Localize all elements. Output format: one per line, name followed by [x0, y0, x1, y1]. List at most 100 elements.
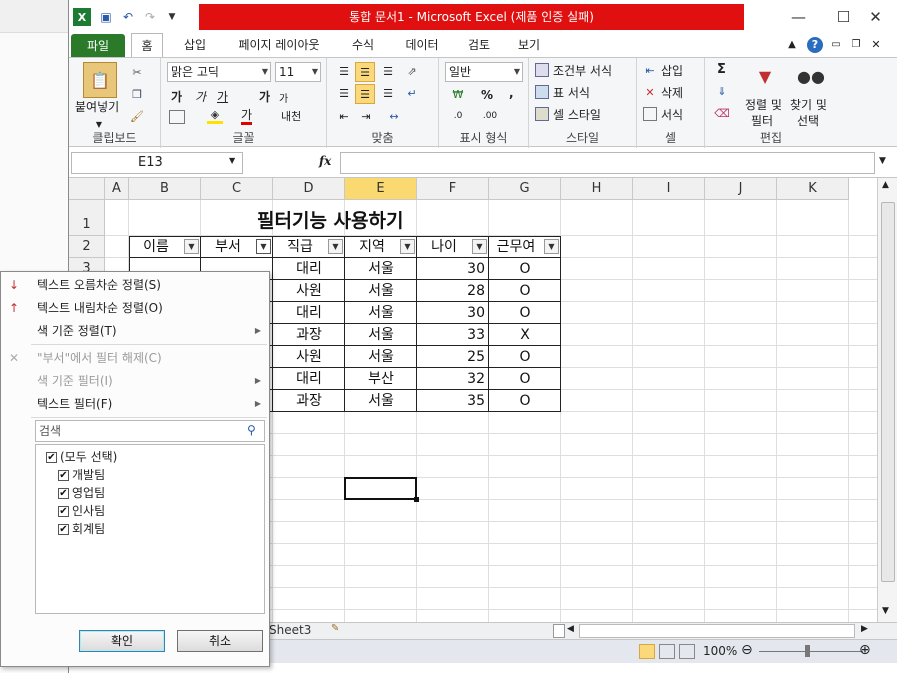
format-button[interactable]: 서식 — [661, 106, 683, 123]
conditional-format-button[interactable]: 조건부 서식 — [553, 62, 612, 79]
tab-review[interactable]: 검토 — [463, 33, 495, 57]
checkbox-checked-icon[interactable]: ✔ — [58, 505, 69, 517]
data-cell[interactable]: O — [489, 302, 561, 324]
data-cell[interactable]: 서울 — [345, 280, 417, 302]
autosum-button[interactable]: Σ — [717, 62, 726, 77]
data-cell[interactable]: 서울 — [345, 258, 417, 280]
zoom-slider[interactable] — [759, 651, 863, 652]
number-format-combo[interactable]: 일반 ▼ — [445, 62, 523, 82]
help-icon[interactable]: ? — [807, 37, 823, 53]
checkbox-checked-icon[interactable]: ✔ — [58, 523, 69, 535]
zoom-slider-thumb[interactable] — [805, 645, 810, 657]
data-cell[interactable]: O — [489, 258, 561, 280]
align-right-icon[interactable]: ☰ — [379, 84, 397, 102]
filter-dropdown-icon[interactable]: ▼ — [328, 239, 343, 254]
column-header[interactable]: H — [561, 178, 633, 200]
filter-option[interactable]: ✔ 인사팀 — [58, 502, 105, 520]
tab-formulas[interactable]: 수식 — [345, 33, 381, 57]
cancel-button[interactable]: 취소 — [177, 630, 263, 652]
data-cell[interactable]: 대리 — [273, 258, 345, 280]
header-cell[interactable]: 나이 — [417, 236, 471, 258]
data-cell[interactable]: 서울 — [345, 390, 417, 412]
increase-decimal-icon[interactable]: .0 — [447, 108, 469, 124]
save-icon[interactable]: ▣ — [95, 6, 117, 28]
checkbox-checked-icon[interactable]: ✔ — [58, 487, 69, 499]
new-sheet-icon[interactable]: ✎ — [331, 623, 339, 634]
data-cell[interactable]: O — [489, 390, 561, 412]
data-cell[interactable]: O — [489, 346, 561, 368]
column-header[interactable]: J — [705, 178, 777, 200]
header-cell[interactable]: 근무여 — [489, 236, 543, 258]
filter-option[interactable]: ✔ 영업팀 — [58, 484, 105, 502]
bold-button[interactable]: 가 — [171, 88, 182, 105]
paste-icon[interactable]: 📋 — [83, 62, 117, 98]
column-header[interactable]: F — [417, 178, 489, 200]
column-header[interactable]: B — [129, 178, 201, 200]
sheet-tab[interactable]: Sheet3 — [269, 623, 311, 637]
undo-icon[interactable]: ↶ — [117, 6, 139, 28]
italic-button[interactable]: 가 — [195, 88, 206, 105]
filter-dropdown-icon[interactable]: ▼ — [400, 239, 415, 254]
data-cell[interactable]: 35 — [417, 390, 489, 412]
color-sort-item[interactable]: 색 기준 정렬(T) ▶ — [3, 320, 269, 342]
data-cell[interactable]: 사원 — [273, 346, 345, 368]
doc-close-icon[interactable]: ✕ — [869, 33, 883, 57]
data-cell[interactable]: O — [489, 368, 561, 390]
zoom-out-icon[interactable]: ⊖ — [741, 642, 753, 658]
data-cell[interactable]: 대리 — [273, 368, 345, 390]
tab-data[interactable]: 데이터 — [399, 33, 445, 57]
scroll-down-icon[interactable]: ▼ — [882, 606, 889, 616]
decrease-indent-icon[interactable]: ⇤ — [335, 108, 353, 124]
tab-view[interactable]: 보기 — [513, 33, 545, 57]
shrink-font-button[interactable]: 가 — [279, 90, 288, 105]
orientation-icon[interactable]: ⇗ — [403, 62, 421, 80]
comma-button[interactable]: , — [509, 86, 514, 100]
data-cell[interactable]: 25 — [417, 346, 489, 368]
customize-icon[interactable]: ▼ — [161, 6, 183, 28]
header-cell[interactable]: 지역 — [345, 236, 399, 258]
page-layout-icon[interactable] — [659, 644, 675, 659]
data-cell[interactable]: 서울 — [345, 346, 417, 368]
data-cell[interactable]: 대리 — [273, 302, 345, 324]
data-cell[interactable]: 32 — [417, 368, 489, 390]
underline-button[interactable]: 가 — [217, 88, 228, 105]
insert-function-icon[interactable]: fx — [319, 154, 331, 168]
sort-descending-item[interactable]: ↑ 텍스트 내림차순 정렬(O) — [3, 297, 269, 319]
expand-formula-icon[interactable]: ▼ — [879, 156, 886, 166]
row-header[interactable]: 1 — [69, 200, 105, 236]
sort-filter-button[interactable]: 정렬 및 — [745, 96, 782, 113]
align-center-icon[interactable]: ☰ — [355, 84, 375, 104]
grow-font-button[interactable]: 가 — [259, 88, 270, 105]
tab-home[interactable]: 홈 — [131, 33, 163, 58]
delete-button[interactable]: 삭제 — [661, 84, 683, 101]
page-break-icon[interactable] — [679, 644, 695, 659]
selected-cell[interactable] — [344, 477, 417, 500]
wrap-text-icon[interactable]: ↵ — [403, 84, 421, 102]
minimize-button[interactable]: — — [776, 0, 821, 33]
clear-icon[interactable]: ⌫ — [714, 106, 730, 120]
tab-file[interactable]: 파일 — [71, 34, 125, 57]
checkbox-checked-icon[interactable]: ✔ — [46, 451, 57, 463]
filter-dropdown-icon[interactable]: ▼ — [544, 239, 559, 254]
cell-style-button[interactable]: 셀 스타일 — [553, 106, 601, 123]
header-cell[interactable]: 이름 — [129, 236, 183, 258]
fill-handle[interactable] — [414, 497, 419, 502]
font-name-combo[interactable]: 맑은 고딕 ▼ — [167, 62, 271, 82]
align-bottom-icon[interactable]: ☰ — [379, 62, 397, 80]
sort-ascending-item[interactable]: ↓ 텍스트 오름차순 정렬(S) — [3, 274, 269, 296]
find-select-button[interactable]: 찾기 및 — [790, 96, 827, 113]
column-header[interactable]: G — [489, 178, 561, 200]
column-header[interactable]: C — [201, 178, 273, 200]
doc-restore-icon[interactable]: ❐ — [849, 33, 863, 57]
filter-dropdown-icon[interactable]: ▼ — [256, 239, 271, 254]
data-cell[interactable]: 과장 — [273, 324, 345, 346]
row-header[interactable]: 2 — [69, 236, 105, 258]
normal-view-icon[interactable] — [639, 644, 655, 659]
filter-search-input[interactable]: 검색 — [35, 420, 265, 442]
align-middle-icon[interactable]: ☰ — [355, 62, 375, 82]
scroll-thumb[interactable] — [881, 202, 895, 582]
zoom-in-icon[interactable]: ⊕ — [859, 642, 871, 658]
data-cell[interactable]: 30 — [417, 258, 489, 280]
header-cell[interactable]: 직급 — [273, 236, 327, 258]
ok-button[interactable]: 확인 — [79, 630, 165, 652]
